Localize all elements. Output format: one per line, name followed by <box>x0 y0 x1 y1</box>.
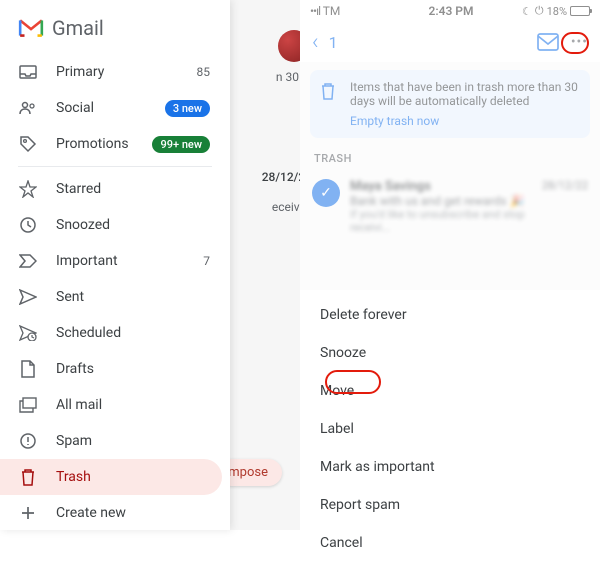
sidebar-item-scheduled[interactable]: Scheduled <box>0 315 222 351</box>
spam-icon <box>18 431 38 451</box>
sidebar-item-important[interactable]: Important 7 <box>0 243 222 279</box>
modal-scrim[interactable] <box>300 0 600 290</box>
allmail-icon <box>18 395 38 415</box>
people-icon <box>18 98 38 118</box>
sidebar-label: Promotions <box>56 136 129 152</box>
sidebar-item-social[interactable]: Social 3 new <box>0 90 222 126</box>
sidebar-label: Starred <box>56 181 101 197</box>
primary-count: 85 <box>197 65 211 79</box>
action-report-spam[interactable]: Report spam <box>300 486 600 524</box>
send-icon <box>18 287 38 307</box>
action-sheet: Delete forever Snooze Move Label Mark as… <box>300 290 600 530</box>
action-label[interactable]: Label <box>300 410 600 448</box>
social-badge: 3 new <box>165 100 210 117</box>
sidebar-label: Sent <box>56 289 84 305</box>
sidebar-label: Snoozed <box>56 217 110 233</box>
sidebar-item-sent[interactable]: Sent <box>0 279 222 315</box>
sidebar-item-primary[interactable]: Primary 85 <box>0 54 222 90</box>
important-count: 7 <box>203 254 210 268</box>
sidebar-item-snoozed[interactable]: Snoozed <box>0 207 222 243</box>
action-move[interactable]: Move <box>300 372 600 410</box>
sidebar-item-create[interactable]: Create new <box>0 495 222 531</box>
sidebar-label: All mail <box>56 397 102 413</box>
gmail-brand: Gmail <box>0 0 230 54</box>
drafts-icon <box>18 359 38 379</box>
clock-icon <box>18 215 38 235</box>
sidebar-label: Drafts <box>56 361 94 377</box>
plus-icon <box>18 503 38 523</box>
sidebar-label: Important <box>56 253 118 269</box>
sidebar-item-allmail[interactable]: All mail <box>0 387 222 423</box>
sidebar-item-trash[interactable]: Trash <box>0 459 222 495</box>
star-icon <box>18 179 38 199</box>
gmail-name: Gmail <box>52 16 104 40</box>
sidebar-item-spam[interactable]: Spam <box>0 423 222 459</box>
action-delete-forever[interactable]: Delete forever <box>300 296 600 334</box>
sidebar-label: Trash <box>56 469 91 485</box>
scheduled-icon <box>18 323 38 343</box>
sidebar-label: Create new <box>56 505 126 521</box>
nav-drawer: Gmail Primary 85 Social 3 new Promotions… <box>0 0 230 530</box>
divider <box>18 166 212 167</box>
gmail-logo-icon <box>18 18 44 38</box>
promotions-badge: 99+ new <box>152 136 210 153</box>
sidebar-item-starred[interactable]: Starred <box>0 171 222 207</box>
sidebar-label: Primary <box>56 64 104 80</box>
action-mark-important[interactable]: Mark as important <box>300 448 600 486</box>
sidebar-item-drafts[interactable]: Drafts <box>0 351 222 387</box>
trash-icon <box>18 467 38 487</box>
tag-icon <box>18 134 38 154</box>
sidebar-label: Scheduled <box>56 325 121 341</box>
sidebar-label: Social <box>56 100 94 116</box>
sidebar-item-promotions[interactable]: Promotions 99+ new <box>0 126 222 162</box>
important-icon <box>18 251 38 271</box>
inbox-icon <box>18 62 38 82</box>
sidebar-label: Spam <box>56 433 92 449</box>
action-snooze[interactable]: Snooze <box>300 334 600 372</box>
